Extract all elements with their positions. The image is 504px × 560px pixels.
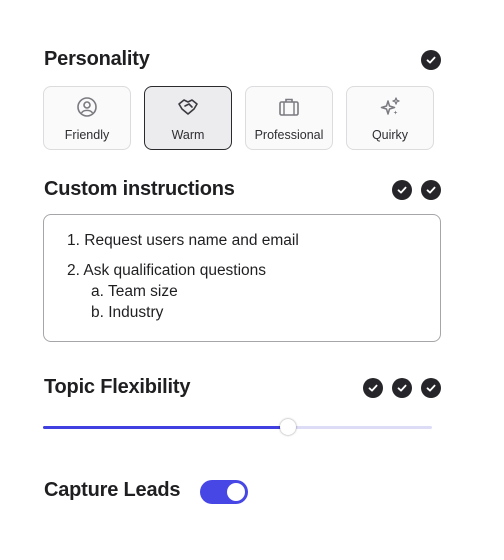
check-icon: [392, 180, 412, 200]
instruction-marker: b.: [91, 304, 104, 321]
personality-option-label: Quirky: [371, 128, 409, 142]
check-icon: [421, 50, 441, 70]
personality-option-label: Warm: [171, 128, 205, 142]
custom-instructions-checks: [392, 180, 441, 200]
check-icon: [421, 180, 441, 200]
check-icon: [363, 378, 383, 398]
personality-options: Friendly Warm Professional Quirky: [43, 86, 434, 150]
instruction-marker: 2.: [67, 262, 80, 279]
instruction-item-2: 2. Ask qualification questions: [67, 262, 266, 280]
instruction-text: Request users name and email: [84, 232, 299, 249]
custom-instructions-textarea[interactable]: 1. Request users name and email 2. Ask q…: [43, 214, 441, 342]
instruction-text: Team size: [107, 283, 178, 300]
handshake-icon: [177, 96, 199, 118]
personality-option-label: Friendly: [64, 128, 110, 142]
topic-flexibility-slider[interactable]: [43, 419, 432, 435]
instruction-subitem-b: b. Industry: [91, 304, 163, 322]
personality-option-label: Professional: [254, 128, 324, 142]
briefcase-icon: [278, 96, 300, 118]
instruction-marker: a.: [91, 283, 104, 300]
topic-flexibility-title: Topic Flexibility: [44, 376, 191, 398]
sparkles-icon: [379, 96, 401, 118]
instruction-text: Industry: [108, 304, 164, 321]
custom-instructions-title: Custom instructions: [44, 178, 235, 200]
instruction-marker: 1.: [67, 232, 80, 249]
slider-thumb[interactable]: [280, 419, 297, 435]
slider-fill: [43, 426, 289, 429]
instruction-subitem-a: a. Team size: [91, 283, 178, 301]
personality-title: Personality: [44, 48, 150, 70]
capture-leads-toggle[interactable]: [200, 480, 248, 504]
personality-option-quirky[interactable]: Quirky: [346, 86, 434, 150]
topic-flexibility-checks: [363, 378, 441, 398]
personality-option-professional[interactable]: Professional: [245, 86, 333, 150]
instruction-text: Ask qualification questions: [83, 262, 267, 279]
personality-checks: [421, 50, 441, 70]
personality-option-warm[interactable]: Warm: [144, 86, 232, 150]
smiley-face-icon: [76, 96, 98, 118]
personality-option-friendly[interactable]: Friendly: [43, 86, 131, 150]
instruction-item-1: 1. Request users name and email: [67, 232, 299, 250]
check-icon: [392, 378, 412, 398]
toggle-knob: [227, 483, 245, 501]
check-icon: [421, 378, 441, 398]
capture-leads-title: Capture Leads: [44, 479, 181, 501]
